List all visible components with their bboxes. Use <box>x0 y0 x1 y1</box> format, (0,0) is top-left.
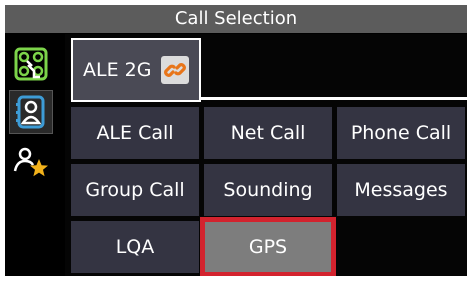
ale-call-button[interactable]: ALE Call <box>71 107 199 159</box>
contact-icon <box>16 95 46 129</box>
radio-screen: Call Selection ALE 2G ALE Call Net Call … <box>5 5 467 276</box>
link-icon <box>161 56 190 84</box>
header-divider <box>199 97 467 100</box>
gps-button[interactable]: GPS <box>200 217 336 276</box>
messages-button[interactable]: Messages <box>337 164 465 216</box>
window-title: Call Selection <box>5 5 467 34</box>
mode-label: ALE 2G <box>83 59 152 81</box>
net-call-button[interactable]: Net Call <box>204 107 332 159</box>
sidebar-item-network[interactable] <box>9 42 53 86</box>
sidebar-item-favorites[interactable] <box>9 140 53 184</box>
mode-tab-ale-2g[interactable]: ALE 2G <box>71 38 201 102</box>
group-call-button[interactable]: Group Call <box>71 164 199 216</box>
sounding-button[interactable]: Sounding <box>204 164 332 216</box>
sidebar-item-contact[interactable] <box>9 90 53 134</box>
lqa-button[interactable]: LQA <box>71 221 199 273</box>
sidebar <box>5 34 65 276</box>
network-nodes-icon <box>14 47 48 81</box>
favorite-contact-icon <box>13 145 49 179</box>
phone-call-button[interactable]: Phone Call <box>337 107 465 159</box>
mode-header: ALE 2G <box>71 38 467 102</box>
